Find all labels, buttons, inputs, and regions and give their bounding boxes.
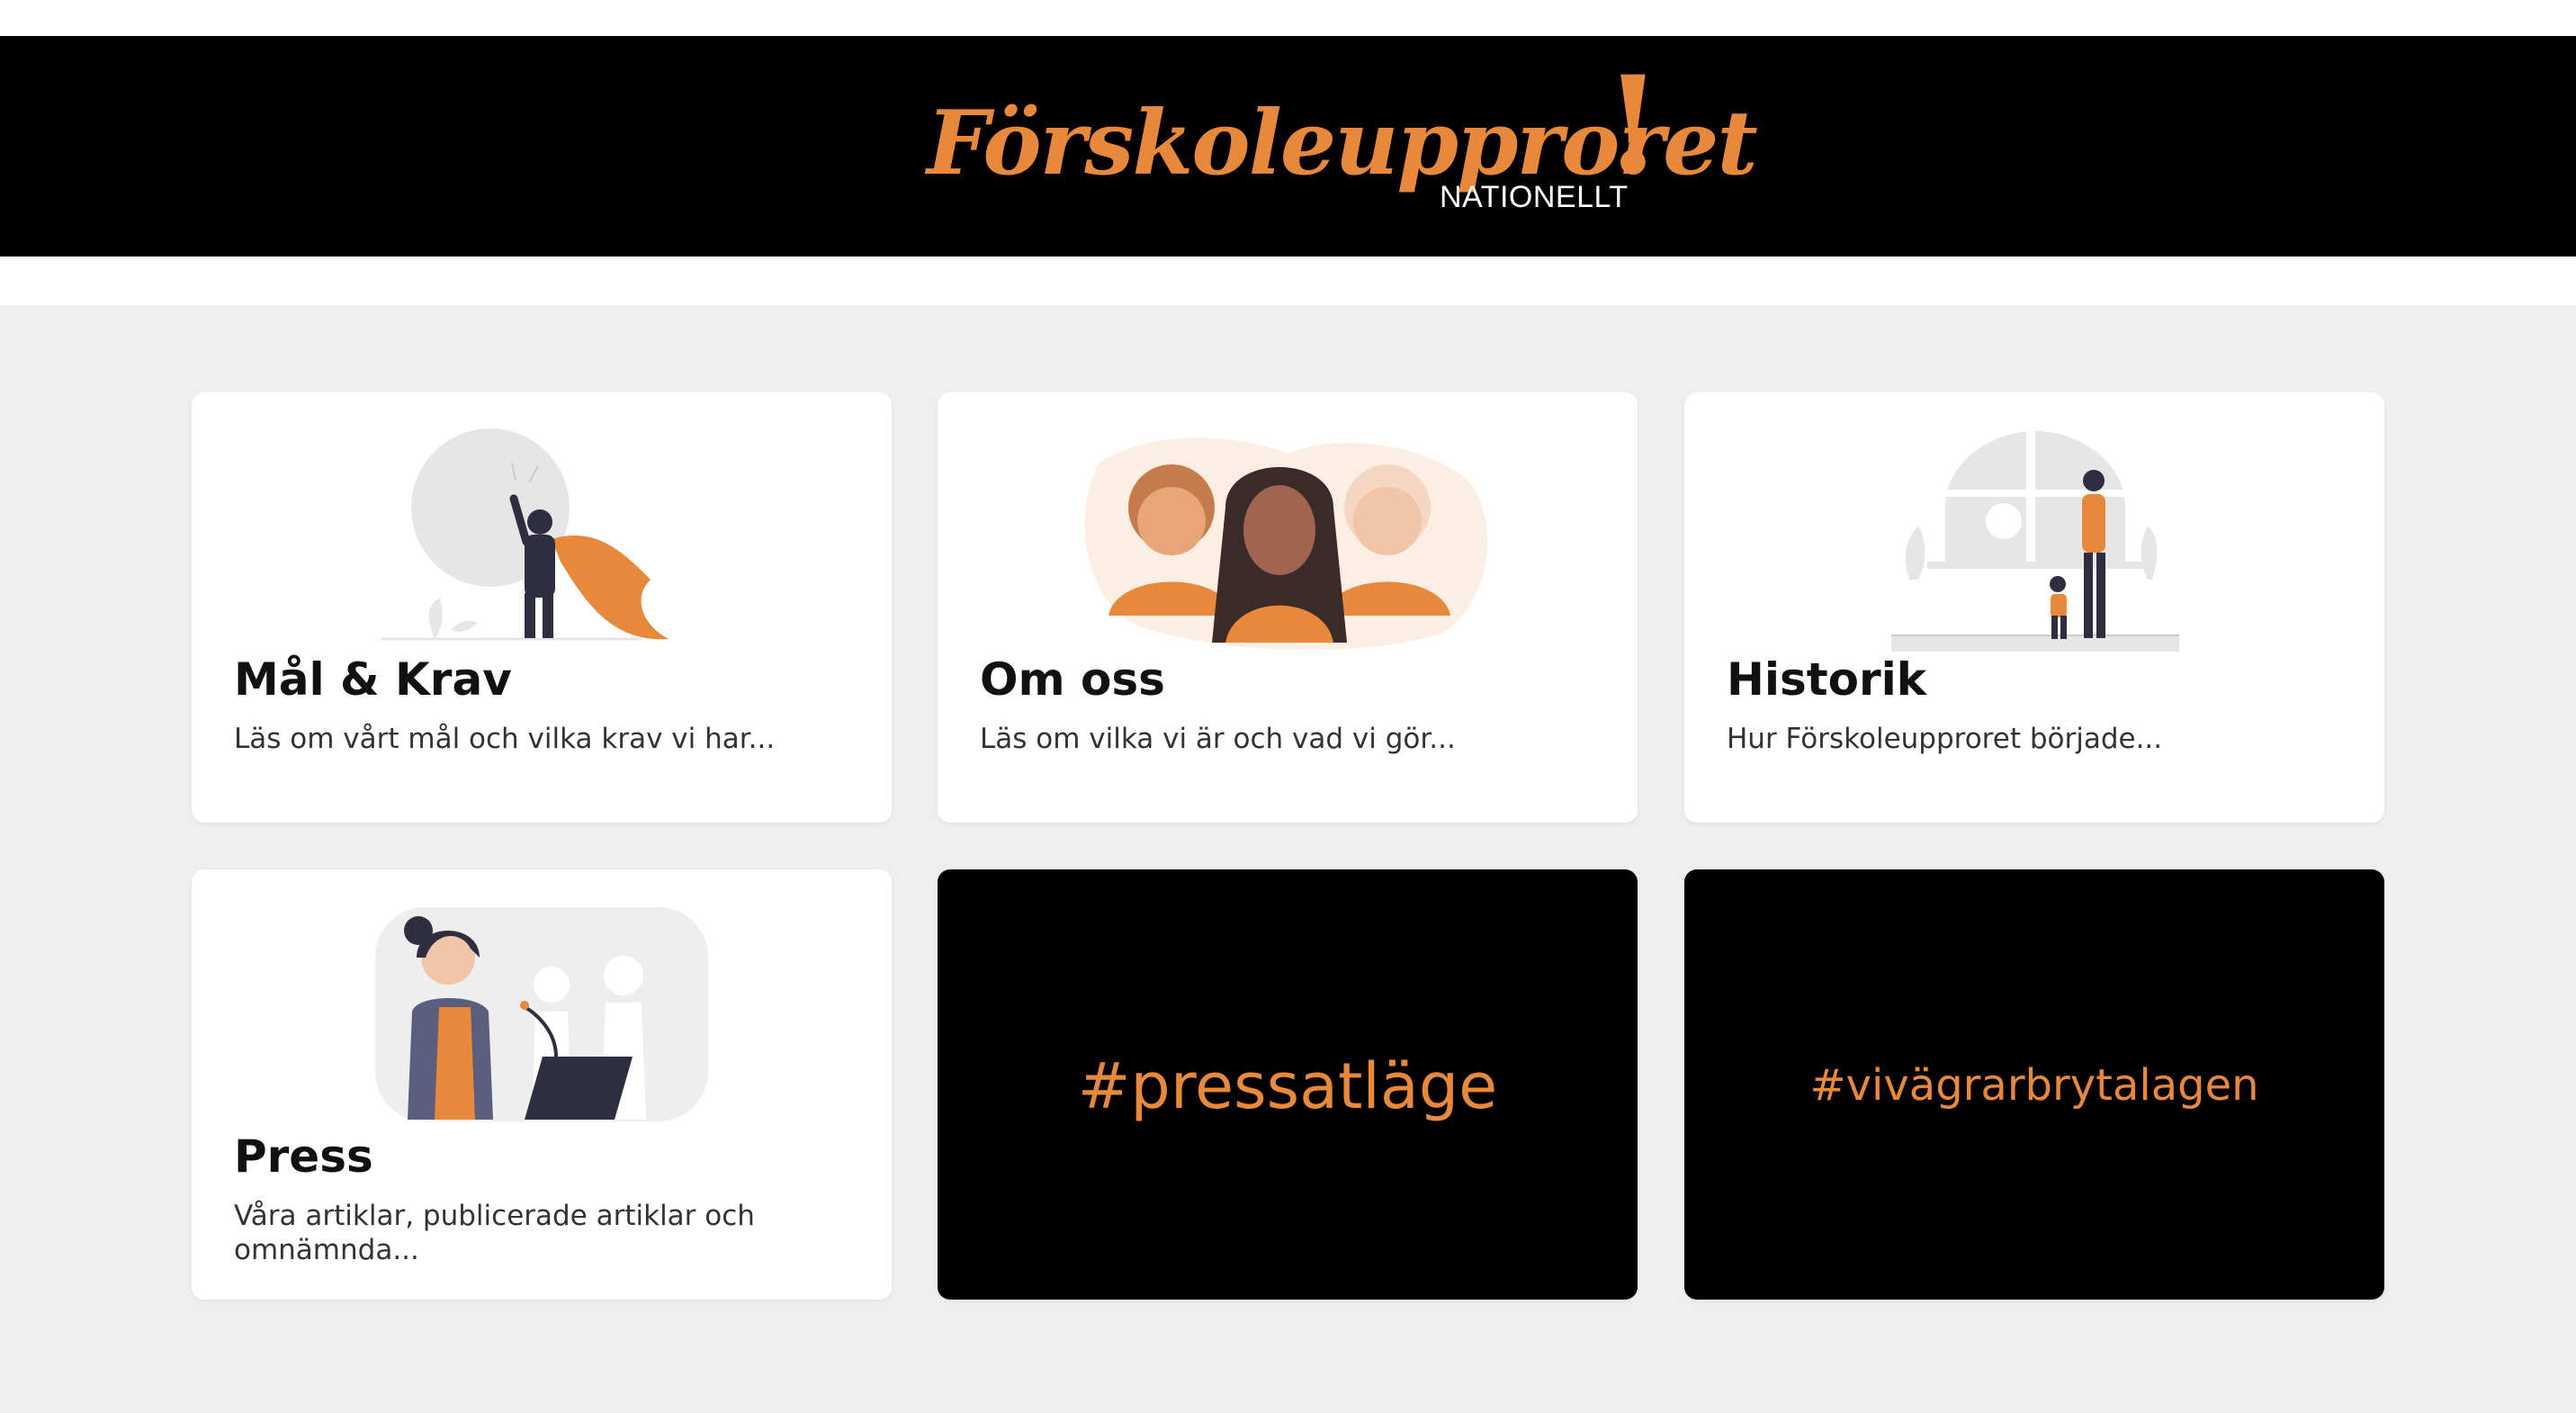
card-description: Våra artiklar, publicerade artiklar och … [234, 1200, 755, 1266]
card-om-oss[interactable]: Om oss Läs om vilka vi är och vad vi gör… [938, 392, 1638, 823]
hashtag-vivagrarbrytalagen: #vivägrarbrytalagen [1809, 1060, 2259, 1111]
card-title: Mål & Krav [234, 653, 512, 706]
card-press[interactable]: Press Våra artiklar, publicerade artikla… [192, 869, 892, 1300]
card-description: Läs om vårt mål och vilka krav vi har... [234, 723, 776, 755]
speaker-podium-illustration-icon [375, 907, 708, 1121]
card-title: Om oss [980, 653, 1165, 706]
three-women-illustration-icon [1084, 437, 1488, 651]
card-description: Hur Förskoleupproret började... [1727, 723, 2163, 755]
card-description: Läs om vilka vi är och vad vi gör... [980, 723, 1456, 755]
card-mal-krav[interactable]: Mål & Krav Läs om vårt mål och vilka kra… [192, 392, 892, 823]
card-title: Press [234, 1130, 373, 1183]
top-strip [0, 0, 2576, 36]
mother-child-illustration-icon [1891, 431, 2179, 652]
card-title: Historik [1727, 653, 1927, 706]
card-vivagrarbrytalagen[interactable]: #vivägrarbrytalagen [1684, 869, 2384, 1300]
hashtag-pressatlage: #pressatläge [1077, 1049, 1498, 1123]
logo-subtitle: NATIONELLT [1440, 180, 1629, 214]
superhero-illustration-icon [381, 428, 669, 641]
card-historik[interactable]: Historik Hur Förskoleupproret började... [1684, 392, 2384, 823]
site-logo[interactable]: Förskoleupproret ! NATIONELLT [927, 47, 1758, 220]
header-spacer [0, 256, 2576, 305]
card-pressatlage[interactable]: #pressatläge [938, 869, 1638, 1300]
